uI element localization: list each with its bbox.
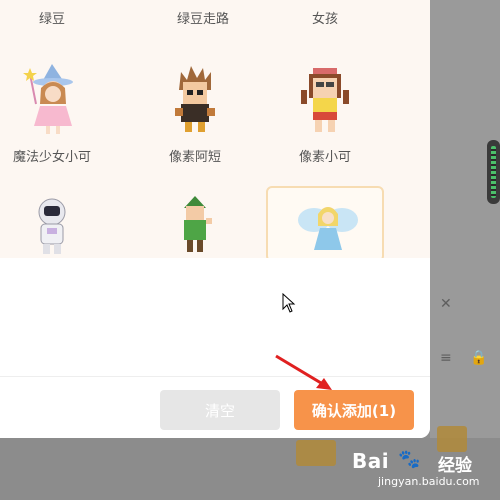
character-name: 绿豆走路 (176, 12, 229, 27)
astronaut-avatar (38, 198, 66, 254)
annotation-arrow-icon (275, 354, 332, 390)
character-grid: 绿豆 绿豆走路 女孩 魔法少女小可 像素阿短 像素小可 (0, 0, 430, 262)
dialog-content (0, 258, 430, 376)
watermark-url: jingyan.baidu.com (378, 475, 480, 488)
background-app (430, 0, 500, 500)
confirm-add-button[interactable]: 确认添加(1) (294, 390, 414, 430)
character-cell[interactable]: 魔法少女小可 (0, 64, 112, 165)
mouse-cursor-icon (282, 293, 296, 313)
pixel-xiaoke-avatar (301, 68, 349, 132)
character-cell[interactable] (0, 196, 112, 256)
pixel-ashort-avatar (175, 66, 215, 132)
character-name: 像素阿短 (168, 150, 221, 165)
background-block (296, 440, 336, 466)
character-cell[interactable]: 绿豆走路 (143, 8, 263, 27)
selected-frame (266, 186, 384, 262)
background-menu-icon: ≡ (440, 350, 452, 366)
character-name: 女孩 (311, 12, 338, 27)
background-scrollbar (487, 140, 500, 204)
character-name: 绿豆 (38, 12, 65, 27)
character-cell[interactable]: 女孩 (265, 8, 385, 27)
clear-button[interactable]: 清空 (160, 390, 280, 430)
elf-avatar (184, 196, 212, 252)
character-name: 像素小可 (298, 150, 351, 165)
background-lock-icon: 🔒 (470, 350, 488, 366)
baidu-jingyan-watermark: Bai 🐾 经验 jingyan.baidu.com (352, 443, 500, 500)
character-name: 魔法少女小可 (12, 150, 91, 165)
paw-icon: 🐾 (398, 449, 421, 470)
character-cell[interactable]: 像素阿短 (135, 64, 255, 165)
character-cell[interactable]: 绿豆 (0, 8, 112, 27)
fairy-avatar (298, 207, 358, 250)
watermark-brand: Bai (352, 449, 390, 473)
dialog-footer: 清空 确认添加(1) (0, 376, 430, 438)
add-character-dialog: 绿豆 绿豆走路 女孩 魔法少女小可 像素阿短 像素小可 清空 确认添加(1) (0, 0, 430, 438)
character-cell[interactable]: 像素小可 (265, 64, 385, 165)
watermark-brand-2: 经验 (438, 456, 472, 476)
background-close-icon: ✕ (440, 296, 452, 312)
magic-girl-avatar (23, 64, 73, 134)
character-cell[interactable] (135, 196, 255, 256)
